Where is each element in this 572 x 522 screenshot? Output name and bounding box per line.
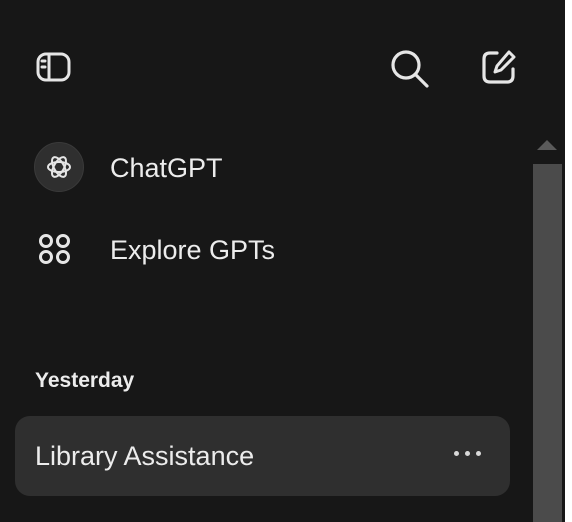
- history-section-heading: Yesterday: [35, 369, 135, 392]
- sidebar-item-chatgpt[interactable]: ChatGPT: [30, 138, 500, 198]
- app-window: ChatGPT Explore GPTs Yesterday Library A…: [0, 0, 572, 522]
- sidebar-item-label: Explore GPTs: [110, 235, 276, 265]
- search-icon[interactable]: [387, 46, 433, 92]
- chat-history-item[interactable]: Library Assistance: [15, 416, 510, 496]
- scrollbar-thumb[interactable]: [533, 164, 562, 522]
- scroll-up-arrow-icon[interactable]: [537, 140, 557, 150]
- sidebar-toggle-icon[interactable]: [35, 48, 73, 86]
- new-chat-icon[interactable]: [477, 45, 521, 89]
- more-options-icon[interactable]: [452, 444, 492, 464]
- scrollbar[interactable]: [530, 128, 565, 522]
- grid-icon: [37, 231, 77, 271]
- openai-logo-icon: [34, 142, 84, 192]
- chat-title: Library Assistance: [35, 441, 255, 471]
- sidebar-item-label: ChatGPT: [110, 153, 223, 183]
- sidebar-item-explore-gpts[interactable]: Explore GPTs: [30, 220, 500, 280]
- sidebar: ChatGPT Explore GPTs Yesterday Library A…: [0, 0, 565, 522]
